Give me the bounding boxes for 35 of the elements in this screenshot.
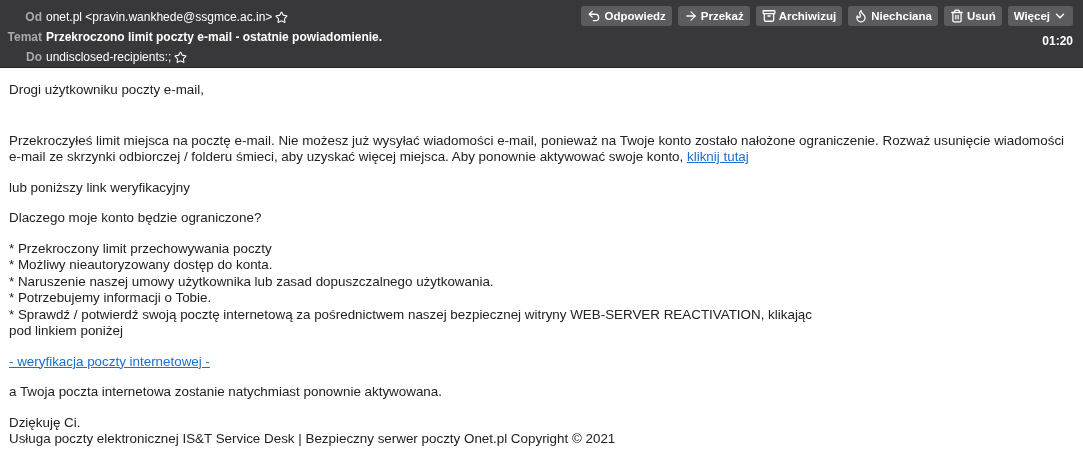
body-line: * Przekroczony limit przechowywania poczty — [9, 240, 273, 257]
link[interactable]: - weryfikacja poczty internetowej - — [9, 353, 210, 369]
toolbar-button[interactable]: Archiwizuj — [755, 6, 843, 26]
toolbar-button[interactable]: Więcej — [1007, 6, 1073, 26]
address-text: undisclosed-recipients:; — [46, 49, 172, 65]
toolbar-button[interactable]: Odpowiedz — [581, 6, 672, 26]
trash-icon — [949, 9, 964, 23]
toolbar-button[interactable]: Przekaż — [677, 6, 750, 26]
body-paragraph: Drogi użytkowniku poczty e-mail, — [9, 82, 205, 99]
star-icon[interactable] — [275, 10, 289, 24]
reply-icon — [587, 9, 602, 23]
body-paragraph: lub poniższy link weryfikacyjny — [9, 179, 191, 196]
toolbar-button[interactable]: Usuń — [943, 6, 1002, 26]
field-label: Temat — [6, 29, 42, 45]
body-line: * Sprawdź / potwierdź swoją pocztę internetową za pośrednictwem naszej bezpiecznej witryny WEB-SERVER REACTIVATION, klikając — [9, 306, 813, 323]
body-paragraph: Przekroczyłeś limit miejsca na pocztę e-mail. Nie możesz już wysyłać wiadomości e-mail, ponieważ na Twoje konto zostało nałożone ograniczenie. Rozważ usunięcie wiadomości e-mail ze skrzynki odbiorczej / folderu śmieci, aby uzyskać więcej miejsca. Aby ponownie aktywować swoje konto, kliknij tutaj — [9, 132, 1066, 166]
field-label: Do — [25, 49, 42, 65]
body-paragraph: a Twoja poczta internetowa zostanie natychmiast ponownie aktywowana. — [9, 384, 443, 401]
link[interactable]: kliknij tutaj — [687, 149, 749, 164]
body-line: pod linkiem poniżej — [9, 323, 124, 340]
star-icon[interactable] — [174, 50, 188, 64]
archive-icon — [761, 9, 776, 23]
body-line: Usługa poczty elektronicznej IS&T Service Desk | Bezpieczny serwer poczty Onet.pl Copyright © 2021 — [9, 431, 617, 448]
flame-icon — [854, 9, 869, 23]
body-paragraph: Dlaczego moje konto będzie ograniczone? — [9, 210, 263, 227]
body-line: * Możliwy nieautoryzowany dostęp do konta. — [9, 257, 274, 274]
message-time: 01:20 — [1042, 34, 1073, 48]
arrow-right-icon — [683, 9, 698, 23]
body-line: * Naruszenie naszej umowy użytkownika lub zasad dopuszczalnego użytkowania. — [9, 273, 495, 290]
toolbar-button[interactable]: Niechciana — [848, 6, 938, 26]
address-text: onet.pl <pravin.wankhede@ssgmce.ac.in> — [46, 9, 273, 25]
body-line: Dziękuję Ci. — [9, 414, 82, 431]
body-line: * Potrzebujemy informacji o Tobie. — [9, 290, 213, 307]
field-label: Od — [24, 9, 42, 25]
subject-text: Przekroczono limit poczty e-mail - ostatnie powiadomienie. — [46, 29, 383, 45]
